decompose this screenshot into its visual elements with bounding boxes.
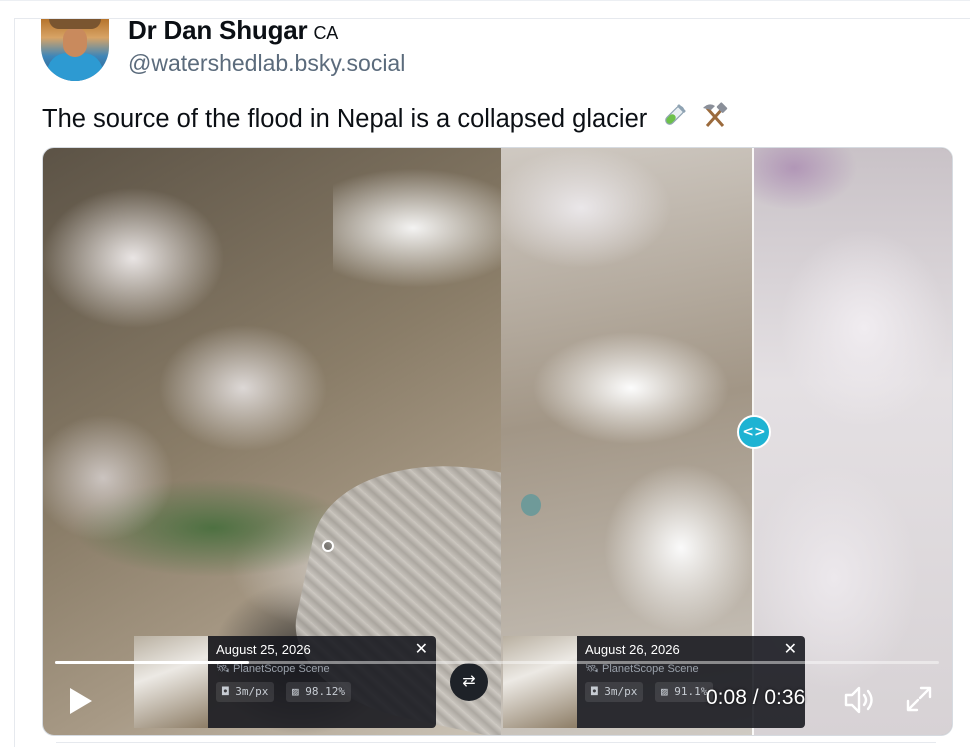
- scene-source-label: PlanetScope Scene: [602, 663, 699, 675]
- fullscreen-button[interactable]: [904, 684, 934, 714]
- scene-card-before: August 25, 2026 ✕ 🛰 PlanetScope Scene ◘ …: [134, 636, 436, 728]
- coverage-chip: ▨ 91.1%: [655, 682, 714, 702]
- resolution-value: 3m/px: [235, 685, 269, 698]
- scene-source-label: PlanetScope Scene: [233, 663, 330, 675]
- scene-thumbnail: [503, 636, 577, 728]
- resolution-icon: ◘: [591, 685, 598, 698]
- coverage-value: 91.1%: [674, 685, 708, 698]
- play-icon: [70, 688, 92, 714]
- author-display-name[interactable]: Dr Dan Shugar: [128, 15, 308, 45]
- resolution-chip: ◘ 3m/px: [585, 682, 644, 702]
- scene-card-after: August 26, 2026 ✕ 🛰 PlanetScope Scene ◘ …: [503, 636, 805, 728]
- volume-icon: [844, 686, 873, 714]
- video-player[interactable]: <> August 25, 2026 ✕ 🛰 PlanetScope Scene…: [42, 147, 953, 736]
- time-display: 0:08 / 0:36: [706, 686, 806, 709]
- resolution-value: 3m/px: [604, 685, 638, 698]
- progress-fill: [55, 661, 250, 664]
- coverage-chip: ▨ 98.12%: [286, 682, 351, 702]
- test-tube-emoji: [660, 102, 688, 137]
- scene-thumbnail: [134, 636, 208, 728]
- resolution-chip: ◘ 3m/px: [216, 682, 275, 702]
- post-text: The source of the flood in Nepal is a co…: [42, 102, 729, 137]
- volume-button[interactable]: [843, 684, 877, 716]
- post-body: The source of the flood in Nepal is a co…: [42, 105, 648, 133]
- coverage-icon: ▨: [292, 685, 299, 698]
- close-icon[interactable]: ✕: [415, 639, 428, 659]
- author-name[interactable]: Dr Dan Shugar CA: [128, 15, 338, 46]
- avatar[interactable]: [41, 19, 109, 81]
- bottom-divider: [56, 742, 936, 743]
- location-marker: [322, 540, 334, 552]
- close-icon[interactable]: ✕: [784, 639, 797, 659]
- coverage-value: 98.12%: [305, 685, 345, 698]
- satellite-icon: 🛰: [585, 663, 599, 675]
- play-button[interactable]: [65, 686, 95, 716]
- coverage-icon: ▨: [661, 685, 668, 698]
- author-handle[interactable]: @watershedlab.bsky.social: [128, 50, 405, 77]
- scene-date: August 26, 2026: [585, 642, 680, 657]
- glacial-lake: [521, 494, 541, 516]
- progress-bar[interactable]: [55, 661, 939, 664]
- swap-arrows-icon[interactable]: ⇄: [450, 663, 488, 701]
- compare-slider-icon[interactable]: <>: [737, 415, 771, 449]
- post-card: Dr Dan Shugar CA @watershedlab.bsky.socia…: [14, 15, 970, 747]
- resolution-icon: ◘: [222, 685, 229, 698]
- satellite-icon: 🛰: [216, 663, 230, 675]
- hammer-and-pick-emoji: [701, 102, 729, 137]
- fullscreen-icon: [906, 686, 932, 712]
- top-divider: [0, 0, 970, 1]
- country-tag: CA: [313, 23, 339, 43]
- scene-date: August 25, 2026: [216, 642, 311, 657]
